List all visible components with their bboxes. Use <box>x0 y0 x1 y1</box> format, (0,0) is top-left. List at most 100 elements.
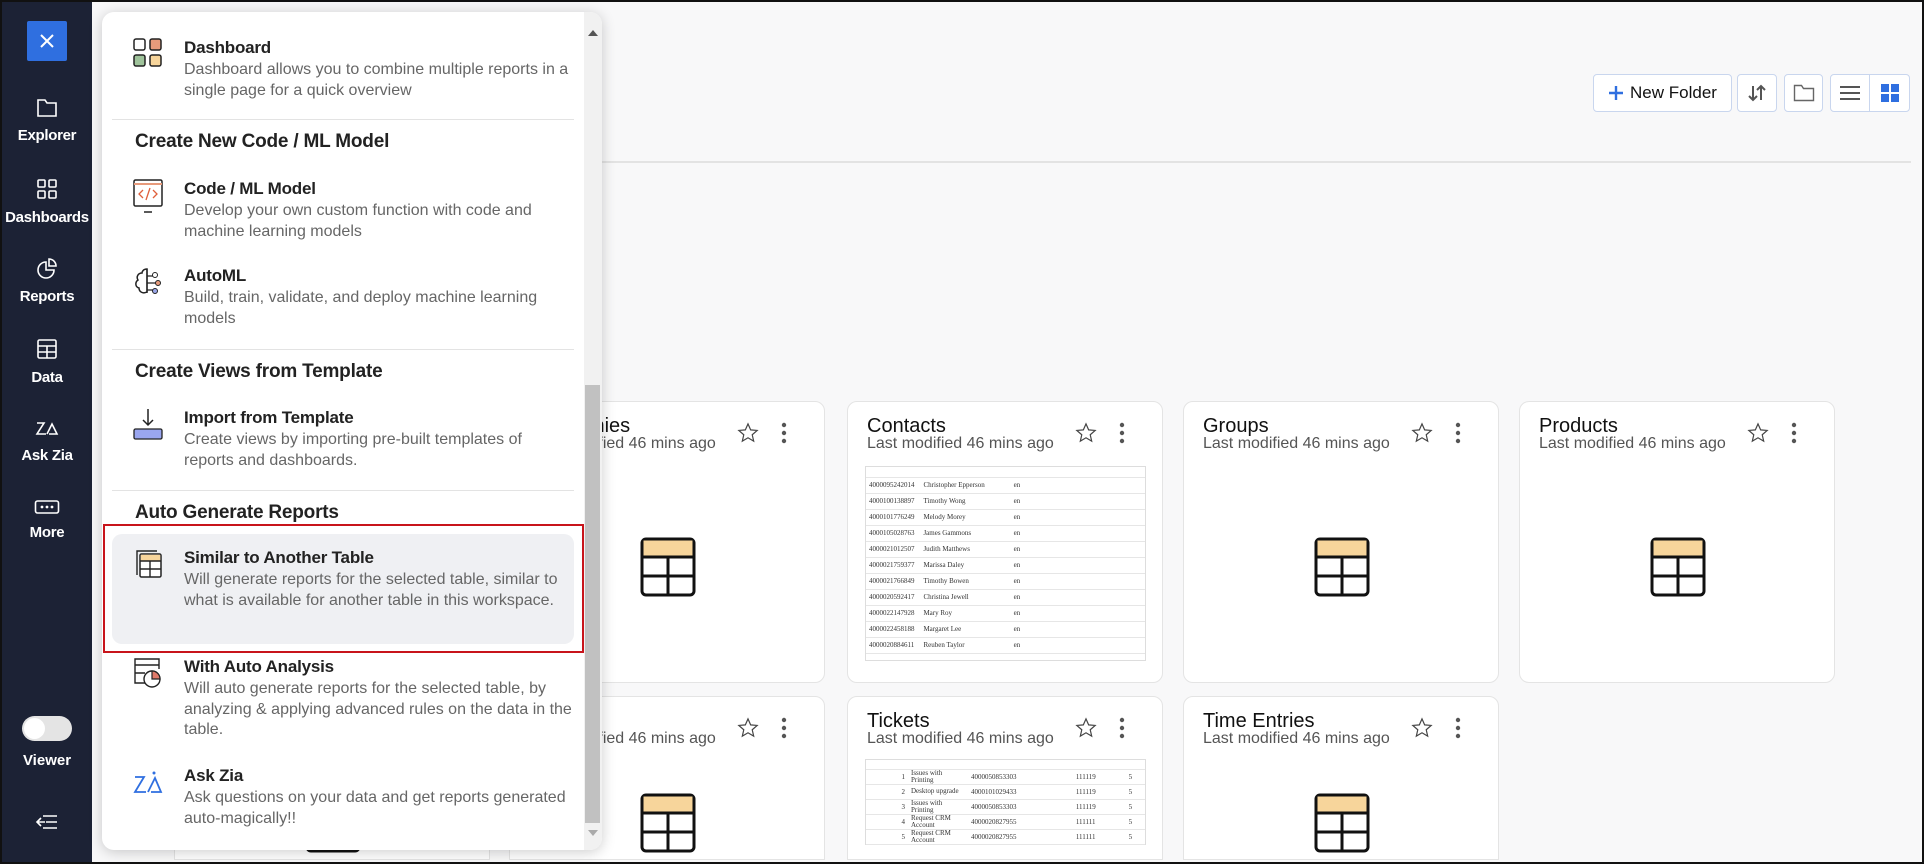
toggle-knob <box>24 718 45 739</box>
table-cell: 3 <box>866 799 908 815</box>
table-cell: 5 <box>1125 784 1145 800</box>
new-folder-label: New Folder <box>1630 83 1717 102</box>
table-cell: en <box>991 589 1145 606</box>
table-cell: Timothy Bowen <box>920 573 992 590</box>
table-cell: 4000020884611 <box>866 637 921 654</box>
table-cell: Reuben Taylor <box>920 637 992 654</box>
viewer-toggle[interactable] <box>22 716 72 741</box>
menu-item-title: Import from Template <box>184 408 354 427</box>
table-cell: Issues with Printing <box>908 769 968 785</box>
menu-scrollbar[interactable] <box>584 12 602 850</box>
sort-button[interactable] <box>1737 74 1777 112</box>
star-icon[interactable] <box>1411 422 1433 444</box>
divider <box>112 119 574 120</box>
star-icon[interactable] <box>1075 717 1097 739</box>
table-cell: 4000100138897 <box>866 493 921 510</box>
scroll-down-arrow-icon[interactable] <box>588 830 598 836</box>
menu-item-desc: Create views by importing pre-built temp… <box>184 431 522 469</box>
sidebar-item-dashboards[interactable]: Dashboards <box>2 178 92 226</box>
sidebar-item-label: Dashboards <box>5 209 89 226</box>
table-row: 4000100138897 Timothy Wong en <box>866 493 1145 510</box>
menu-item-desc: Ask questions on your data and get repor… <box>184 789 566 827</box>
table-row: 5 Request CRM Account 4000020827955 111111 5 <box>866 829 1145 845</box>
table-cell: Request CRM Account <box>908 814 968 830</box>
table-cell: 111111 <box>1072 814 1126 830</box>
highlight-annotation-box <box>103 524 584 653</box>
more-options-icon[interactable] <box>781 717 787 739</box>
grid-view-button[interactable] <box>1869 74 1910 112</box>
view-card[interactable]: Products Last modified 46 mins ago <box>1519 401 1835 683</box>
table-cell: 4000020827955 <box>968 829 1073 845</box>
table-cell: 111119 <box>1072 784 1126 800</box>
folder-icon <box>1793 84 1814 102</box>
scrollbar-thumb[interactable] <box>585 385 600 823</box>
table-row: 2 Desktop upgrade 4000101029433 111119 5 <box>866 784 1145 800</box>
table-cell: 1 <box>866 769 908 785</box>
card-subtitle: Last modified 46 mins ago <box>1203 435 1390 452</box>
sidebar-item-explorer[interactable]: Explorer <box>2 98 92 144</box>
table-cell: 4 <box>866 814 908 830</box>
more-options-icon[interactable] <box>1455 717 1461 739</box>
sidebar-item-label: Reports <box>19 288 75 305</box>
table-cell: en <box>991 509 1145 526</box>
scroll-up-arrow-icon[interactable] <box>588 30 598 36</box>
table-cell: 111111 <box>1072 829 1126 845</box>
dashboards-icon <box>37 179 57 199</box>
card-subtitle: Last modified 46 mins ago <box>1539 435 1726 452</box>
table-icon <box>37 339 57 359</box>
star-icon[interactable] <box>737 422 759 444</box>
table-row: 4000020884611 Reuben Taylor en <box>866 637 1145 654</box>
table-cell: 111119 <box>1072 799 1126 815</box>
more-options-icon[interactable] <box>1119 717 1125 739</box>
sidebar-item-reports[interactable]: Reports <box>2 257 92 305</box>
table-thumbnail-icon <box>640 793 696 853</box>
table-cell: 5 <box>1125 829 1145 845</box>
table-thumbnail-icon <box>1650 537 1706 597</box>
table-thumbnail-icon <box>640 537 696 597</box>
sidebar-item-label: More <box>29 524 65 541</box>
folder-view-button[interactable] <box>1784 74 1823 112</box>
more-options-icon[interactable] <box>1455 422 1461 444</box>
close-button[interactable] <box>27 21 67 61</box>
sidebar-item-data[interactable]: Data <box>2 338 92 386</box>
table-cell: Judith Matthews <box>920 541 992 558</box>
table-cell: 4000021759377 <box>866 557 921 574</box>
new-folder-button[interactable]: New Folder <box>1593 74 1732 112</box>
table-row: 4000022147928 Mary Roy en <box>866 605 1145 622</box>
sidebar-item-ask-zia[interactable]: Ask Zia <box>2 418 92 464</box>
star-icon[interactable] <box>1075 422 1097 444</box>
view-card[interactable]: Tickets Last modified 46 mins ago 1 Issues … <box>847 696 1163 860</box>
sidebar-item-label: Data <box>31 369 63 386</box>
star-icon[interactable] <box>1747 422 1769 444</box>
more-options-icon[interactable] <box>1119 422 1125 444</box>
more-options-icon[interactable] <box>1791 422 1797 444</box>
plus-icon <box>1609 86 1624 100</box>
view-card[interactable]: Time Entries Last modified 46 mins ago <box>1183 696 1499 860</box>
table-row: 4 Request CRM Account 4000020827955 111111 5 <box>866 814 1145 830</box>
list-view-button[interactable] <box>1830 74 1870 112</box>
table-row: 4000021766849 Timothy Bowen en <box>866 573 1145 590</box>
create-menu: Dashboard Dashboard allows you to combin… <box>102 12 602 850</box>
dashboard-icon <box>133 38 162 67</box>
view-card[interactable]: Contacts Last modified 46 mins ago 4000095… <box>847 401 1163 683</box>
table-cell: Issues with Printing <box>908 799 968 815</box>
close-icon <box>40 34 54 48</box>
star-icon[interactable] <box>737 717 759 739</box>
view-card[interactable]: Groups Last modified 46 mins ago <box>1183 401 1499 683</box>
preview-header <box>866 760 1145 770</box>
automl-brain-icon <box>135 268 161 294</box>
table-cell: en <box>991 621 1145 638</box>
table-cell: 4000105028763 <box>866 525 921 542</box>
sidebar: Explorer Dashboards Reports Data Ask Zia… <box>2 2 92 862</box>
sidebar-item-label: Ask Zia <box>21 447 73 464</box>
more-options-icon[interactable] <box>781 422 787 444</box>
table-cell: 5 <box>1125 769 1145 785</box>
table-cell: 4000022458188 <box>866 621 921 638</box>
star-icon[interactable] <box>1411 717 1433 739</box>
collapse-sidebar-icon[interactable] <box>35 812 59 832</box>
table-preview: 1 Issues with Printing 4000050853303 111119… <box>865 759 1146 845</box>
table-row: 4000095242014 Christopher Epperson en <box>866 477 1145 494</box>
section-heading: Create New Code / ML Model <box>135 131 390 152</box>
sidebar-item-more[interactable]: More <box>2 499 92 541</box>
menu-item-title: With Auto Analysis <box>184 657 334 676</box>
